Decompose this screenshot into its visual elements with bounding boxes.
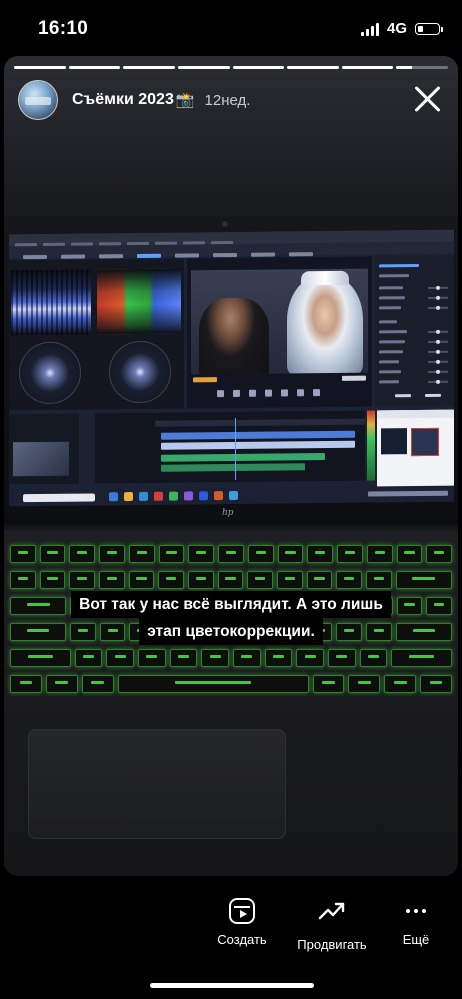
- webcam-dot: [222, 221, 228, 227]
- windows-taskbar: [9, 485, 454, 507]
- audio-track-1: [161, 453, 325, 462]
- laptop-brand-logo: hp: [222, 508, 234, 518]
- create-button[interactable]: Создать: [210, 898, 274, 947]
- status-indicators: 4G: [360, 20, 443, 37]
- laptop-screen: [9, 229, 454, 507]
- taskbar-icons: [109, 490, 238, 502]
- lumetri-color-panel: [375, 255, 454, 407]
- taskbar-tray: [368, 490, 448, 497]
- vectorscope-right: [109, 340, 171, 404]
- timeline-ruler: [155, 418, 365, 427]
- program-monitor: [187, 256, 372, 409]
- video-person-bride: [287, 274, 363, 375]
- video-person-left: [199, 297, 269, 375]
- audio-track-2: [161, 463, 305, 472]
- caption-line-1: Вот так у нас всё выглядит. А это лишь: [71, 591, 391, 618]
- taskbar-search: [23, 493, 95, 503]
- video-headdress: [301, 270, 349, 286]
- status-time: 16:10: [38, 18, 89, 39]
- timeline-panel: [95, 410, 365, 484]
- highlight-avatar[interactable]: [18, 80, 58, 120]
- more-dots-icon: [403, 898, 429, 924]
- battery-level: [418, 25, 423, 32]
- promote-button[interactable]: Продвигать: [290, 898, 374, 952]
- timeline-playhead: [235, 417, 236, 480]
- progress-segment: [232, 66, 285, 69]
- tools-panel: [81, 413, 93, 484]
- promote-label: Продвигать: [297, 937, 367, 952]
- close-icon[interactable]: [412, 84, 442, 114]
- caption-line-2: этап цветокоррекции.: [139, 618, 323, 645]
- project-thumbnail: [13, 441, 69, 477]
- progress-segment: [396, 66, 448, 69]
- story-age: 12нед.: [204, 91, 251, 109]
- home-indicator[interactable]: [150, 983, 314, 988]
- story-title[interactable]: Съёмки 2023: [72, 91, 174, 109]
- rgb-parade: [97, 268, 181, 335]
- status-bar: 16:10 4G: [0, 0, 462, 56]
- laptop-touchpad: [28, 729, 286, 839]
- lumetri-scopes-panel: [9, 258, 184, 411]
- progress-segment: [287, 66, 339, 69]
- vectorscope-left: [19, 341, 81, 405]
- audio-meters: [367, 410, 375, 481]
- more-label: Ещё: [402, 932, 430, 947]
- trend-up-icon: [318, 902, 345, 920]
- video-track-1: [161, 430, 355, 440]
- story-actions-bar: Создать Продвигать Ещё: [0, 880, 462, 960]
- story-card[interactable]: Съёмки 2023 📸 12нед. hp Вот так у нас вс…: [4, 56, 458, 876]
- progress-segment: [14, 66, 66, 69]
- project-panel: [9, 413, 79, 485]
- transport-controls: [217, 389, 337, 400]
- network-label: 4G: [386, 20, 407, 37]
- progress-segment: [68, 66, 121, 69]
- camera-emoji-icon: 📸: [175, 92, 195, 109]
- story-photo: hp: [4, 216, 458, 876]
- story-progress: [14, 66, 448, 69]
- laptop-hinge: [4, 521, 458, 531]
- floating-dialog: [377, 409, 454, 495]
- video-track-2: [161, 440, 355, 450]
- monitor-timecode-bar: [191, 375, 368, 387]
- battery-icon: [415, 22, 443, 35]
- progress-segment: [123, 66, 175, 69]
- reels-create-icon: [229, 898, 255, 924]
- laptop-keyboard: [4, 531, 458, 876]
- story-header: Съёмки 2023 📸 12нед.: [18, 78, 448, 122]
- laptop-bezel: hp: [4, 216, 458, 521]
- signal-icon: [360, 22, 379, 36]
- progress-segment: [341, 66, 394, 69]
- create-label: Создать: [217, 932, 267, 947]
- more-button[interactable]: Ещё: [396, 898, 436, 947]
- story-caption: Вот так у нас всё выглядит. А это лишь э…: [4, 591, 458, 645]
- video-frame: [191, 268, 368, 375]
- luma-waveform: [11, 269, 91, 336]
- progress-segment: [177, 66, 230, 69]
